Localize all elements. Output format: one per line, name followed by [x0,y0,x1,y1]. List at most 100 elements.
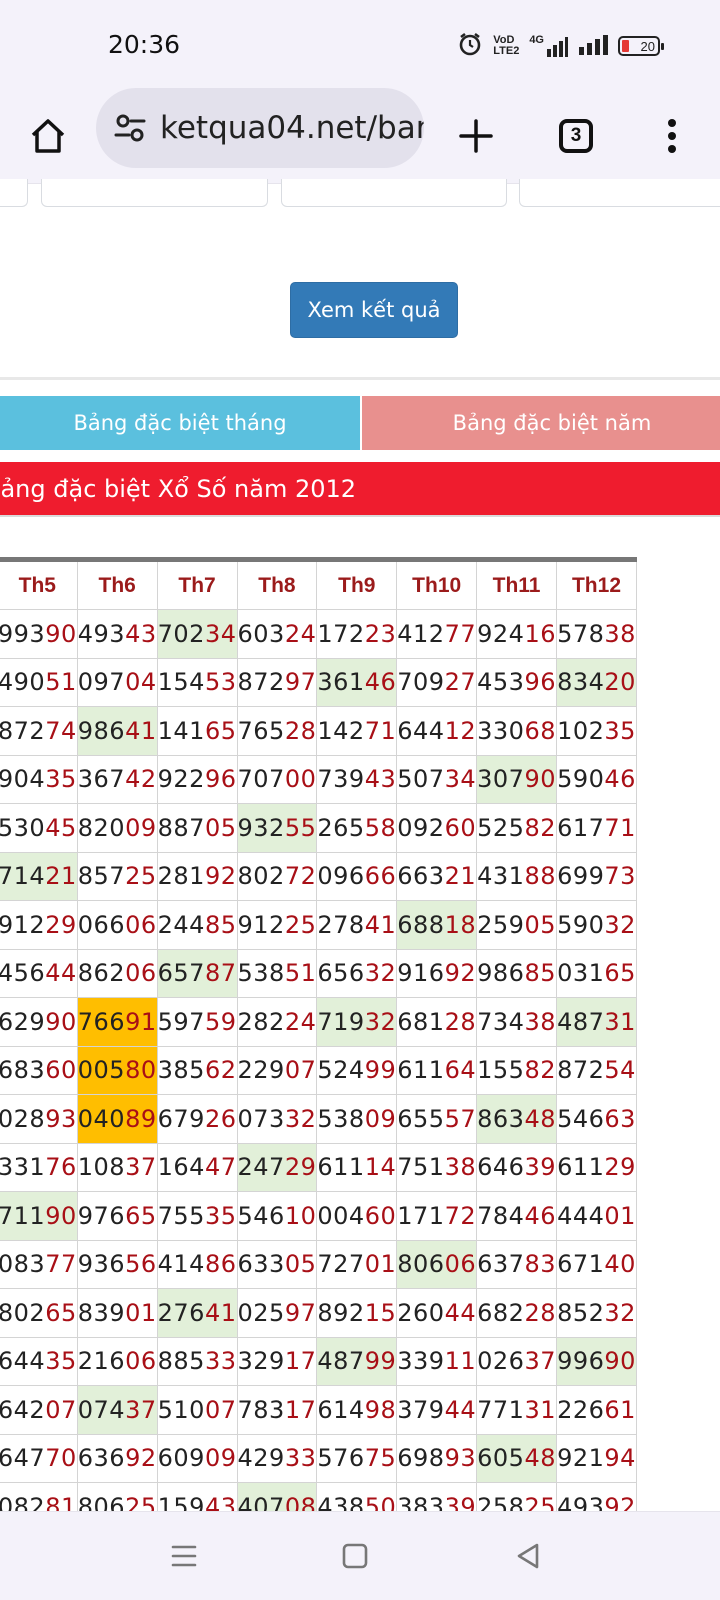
result-tail-digits: 28 [524,1298,556,1327]
result-tail-digits: 32 [364,1007,397,1036]
result-head-digits: 444 [557,1201,605,1230]
new-tab-button[interactable] [446,106,506,166]
table-header-row: Th4Th5Th6Th7Th8Th9Th10Th11Th12 [0,557,637,610]
result-cell: 28192 [156,851,238,901]
month-header: Th6 [76,557,158,610]
result-head-digits: 637 [477,1250,525,1279]
result-tail-digits: 61 [604,1395,636,1424]
result-tail-digits: 38 [604,619,636,648]
tab-switcher-button[interactable]: 3 [546,106,606,166]
result-cell: 38339 [396,1482,478,1511]
result-tail-digits: 15 [364,1298,397,1327]
result-head-digits: 771 [477,1395,525,1424]
result-head-digits: 996 [557,1347,605,1376]
site-settings-icon[interactable] [114,112,146,149]
result-tail-digits: 43 [364,765,397,794]
result-head-digits: 141 [157,716,205,745]
result-cell: 06606 [76,900,158,950]
result-cell: 83901 [76,1288,158,1338]
tab-yearly-special[interactable]: Bảng đặc biệt năm [362,396,720,450]
result-cell: 70927 [396,657,478,707]
result-head-digits: 644 [397,716,445,745]
result-cell: 02893 [0,1094,78,1144]
result-head-digits: 993 [0,619,46,648]
result-tail-digits: 53 [204,668,237,697]
section-title: Bảng đặc biệt Xổ Số năm 2012 [0,475,357,503]
address-bar[interactable]: ketqua04.net/bang-dac-biet-nam [96,88,424,168]
recents-button[interactable] [162,1534,206,1578]
result-cell: 02637 [476,1336,557,1386]
result-tail-digits: 33 [204,1347,237,1376]
result-cell: 09666 [316,851,398,901]
result-head-digits: 096 [317,862,365,891]
result-tail-digits: 85 [524,959,556,988]
result-cell: 72701 [316,1239,398,1289]
result-cell: 38562 [156,1045,238,1095]
result-tail-digits: 09 [204,1444,237,1473]
result-cell: 15453 [156,657,238,707]
result-head-digits: 714 [0,862,46,891]
result-cell: 08281 [0,1482,78,1511]
result-cell: 40708 [236,1482,318,1511]
result-head-digits: 921 [557,1444,605,1473]
results-table-scroll[interactable]: Th4Th5Th6Th7Th8Th9Th10Th11Th12 000009939… [0,557,720,1511]
result-cell: 45644 [0,948,78,998]
table-row: 0000064770636926090942933576756989360548… [0,1433,637,1483]
result-head-digits: 108 [77,1153,126,1182]
filter-card[interactable] [519,179,720,207]
result-cell: 41277 [396,609,478,659]
result-head-digits: 525 [477,813,525,842]
result-cell: 43188 [476,851,557,901]
result-tail-digits: 82 [524,813,556,842]
result-head-digits: 707 [237,765,285,794]
result-head-digits: 642 [0,1395,46,1424]
month-header: Th5 [0,557,78,610]
result-head-digits: 524 [317,1056,365,1085]
result-cell: 65632 [316,948,398,998]
filter-card[interactable] [281,179,507,207]
result-head-digits: 025 [237,1298,285,1327]
tab-monthly-special[interactable]: Bảng đặc biệt tháng [0,396,360,450]
home-nav-button[interactable] [333,1534,377,1578]
result-cell: 49392 [556,1482,637,1511]
result-cell: 53851 [236,948,318,998]
result-cell: 64639 [476,1142,557,1192]
result-head-digits: 698 [397,1444,445,1473]
result-tail-digits: 42 [125,765,157,794]
plus-icon [459,119,493,153]
result-tail-digits: 92 [604,1492,636,1511]
result-cell: 32917 [236,1336,318,1386]
result-cell: 62990 [0,997,78,1047]
back-button[interactable] [506,1534,550,1578]
result-cell: 71190 [0,1191,78,1241]
result-cell: 27641 [156,1288,238,1338]
filter-card[interactable] [0,179,28,207]
table-row: 0000087274986411416576528142716441233068… [0,706,637,756]
result-head-digits: 578 [557,619,605,648]
result-head-digits: 734 [477,1007,525,1036]
result-tail-digits: 66 [364,862,397,891]
result-head-digits: 657 [157,959,205,988]
result-tail-digits: 68 [524,716,556,745]
alarm-icon [457,31,483,62]
result-head-digits: 862 [77,959,126,988]
filter-card[interactable] [41,179,268,207]
result-head-digits: 576 [317,1444,365,1473]
result-head-digits: 892 [317,1298,365,1327]
result-cell: 86206 [76,948,158,998]
result-head-digits: 603 [237,619,285,648]
view-results-button[interactable]: Xem kết quả [290,282,458,338]
table-row: 0000071421857252819280272096666632143188… [0,851,637,901]
result-head-digits: 159 [157,1492,205,1511]
result-tail-digits: 80 [125,1056,157,1085]
result-cell: 92296 [156,754,238,804]
result-cell: 57675 [316,1433,398,1483]
result-cell: 71932 [316,997,398,1047]
result-cell: 64207 [0,1385,78,1435]
home-button[interactable] [18,106,78,166]
result-tail-digits: 88 [524,862,556,891]
menu-button[interactable] [642,106,702,166]
result-cell: 16447 [156,1142,238,1192]
result-cell: 64435 [0,1336,78,1386]
result-head-digits: 538 [317,1104,365,1133]
